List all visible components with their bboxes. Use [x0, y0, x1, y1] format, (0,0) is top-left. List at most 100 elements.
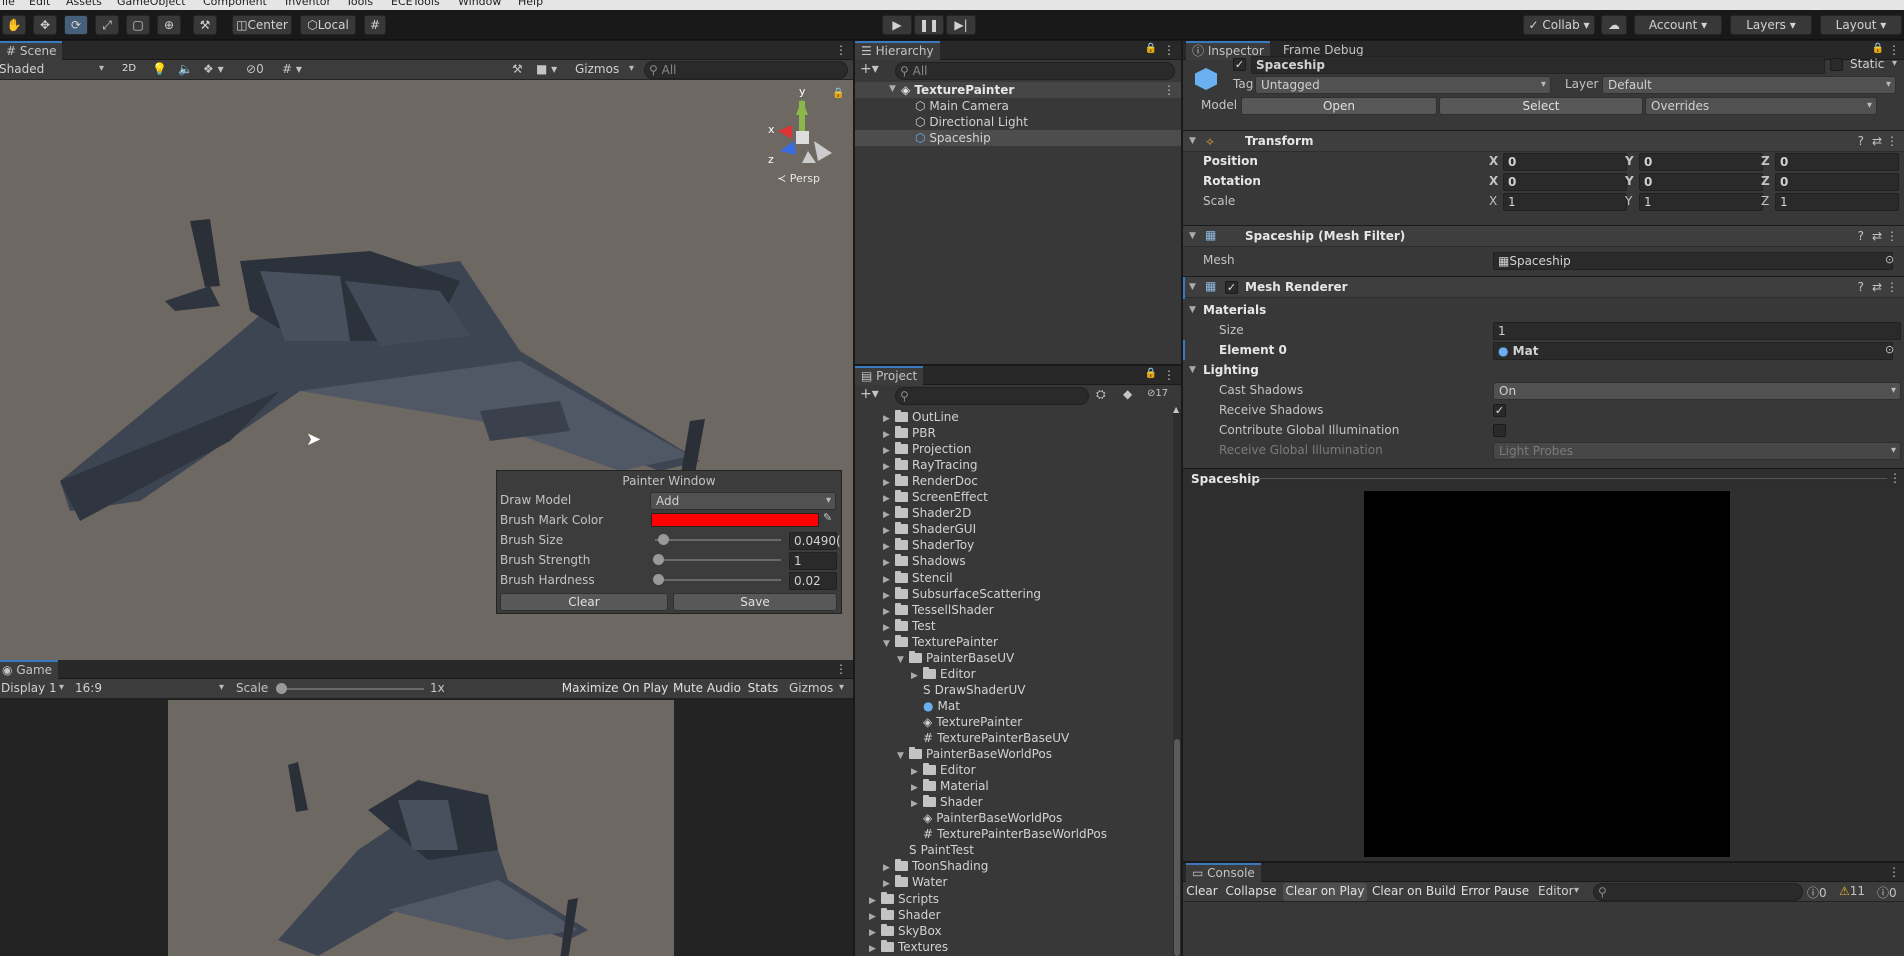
- project-item[interactable]: ▶ Editor: [855, 762, 1173, 778]
- collab-button[interactable]: ✓ Collab ▾: [1523, 15, 1595, 35]
- help-icon[interactable]: ?: [1858, 280, 1864, 294]
- brush-strength-slider-knob[interactable]: [653, 554, 664, 565]
- project-item[interactable]: ▶ Shadows: [855, 553, 1173, 569]
- scale-tool-button[interactable]: ⤢: [95, 15, 119, 35]
- menu-window[interactable]: Window: [458, 0, 501, 8]
- rotation-x-axis-label[interactable]: X: [1489, 174, 1498, 188]
- play-button[interactable]: ▶: [882, 15, 912, 35]
- help-icon[interactable]: ?: [1858, 229, 1864, 243]
- materials-foldout[interactable]: Materials: [1203, 303, 1266, 317]
- error-pause-toggle[interactable]: Error Pause: [1460, 883, 1530, 901]
- brush-size-field[interactable]: 0.0490(: [789, 532, 841, 550]
- scale-slider-knob[interactable]: [276, 683, 287, 694]
- contribute-gi-checkbox[interactable]: [1493, 424, 1506, 437]
- audio-icon[interactable]: 🔈: [178, 62, 193, 76]
- project-item[interactable]: ● Mat: [855, 698, 1173, 714]
- kebab-menu-icon[interactable]: ⋮: [1886, 229, 1898, 243]
- menu-assets[interactable]: Assets: [66, 0, 102, 8]
- maximize-on-play-toggle[interactable]: Maximize On Play: [561, 680, 669, 698]
- scale-z-axis-label[interactable]: Z: [1761, 194, 1769, 208]
- project-item[interactable]: ▶ Shader: [855, 907, 1173, 923]
- grid-snap-button[interactable]: #: [364, 15, 386, 35]
- search-by-label-icon[interactable]: ◆: [1123, 387, 1132, 401]
- draw-model-dropdown[interactable]: Add: [650, 492, 836, 510]
- materials-size-field[interactable]: 1: [1493, 322, 1901, 340]
- kebab-menu-icon[interactable]: ⋮: [1163, 368, 1175, 382]
- warning-count-toggle[interactable]: ⚠11: [1839, 884, 1865, 898]
- receive-shadows-checkbox[interactable]: ✓: [1493, 404, 1506, 417]
- stats-toggle[interactable]: Stats: [745, 680, 781, 698]
- project-item[interactable]: ▶ Editor: [855, 666, 1173, 682]
- menu-ecetools[interactable]: ECETools: [391, 0, 440, 8]
- console-clear-button[interactable]: Clear: [1185, 883, 1219, 901]
- scene-root-row[interactable]: ▼ ◈ TexturePainter ⋮: [855, 82, 1181, 98]
- project-item[interactable]: ▼ PainterBaseWorldPos: [855, 746, 1173, 762]
- brush-strength-field[interactable]: 1: [789, 552, 837, 570]
- hierarchy-item-main-camera[interactable]: ⬡ Main Camera: [915, 98, 1009, 114]
- project-item[interactable]: ▼ TexturePainter: [855, 634, 1173, 650]
- game-gizmos-dropdown[interactable]: Gizmos: [784, 680, 848, 698]
- rotation-z-field[interactable]: 0: [1775, 173, 1899, 191]
- project-scrollbar-thumb[interactable]: [1174, 739, 1180, 956]
- menu-tools[interactable]: Tools: [346, 0, 373, 8]
- project-item[interactable]: ▶ SubsurfaceScattering: [855, 586, 1173, 602]
- effects-icon[interactable]: ❖ ▾: [203, 62, 224, 76]
- rotation-y-axis-label[interactable]: Y: [1625, 174, 1634, 188]
- kebab-menu-icon[interactable]: ⋮: [1886, 134, 1898, 148]
- shading-mode-dropdown[interactable]: Shaded: [0, 61, 108, 79]
- aspect-dropdown[interactable]: 16:9: [70, 680, 228, 698]
- grid-icon[interactable]: # ▾: [282, 62, 302, 76]
- tools-icon[interactable]: ⚒: [512, 62, 523, 76]
- brush-strength-slider[interactable]: [653, 554, 781, 565]
- clear-on-play-toggle[interactable]: Clear on Play: [1283, 883, 1367, 901]
- editor-target-dropdown[interactable]: Editor: [1533, 883, 1583, 901]
- rotation-z-axis-label[interactable]: Z: [1761, 174, 1770, 188]
- step-button[interactable]: ▶|: [946, 15, 976, 35]
- clear-on-build-toggle[interactable]: Clear on Build: [1371, 883, 1457, 901]
- menu-gameobject[interactable]: GameObject: [117, 0, 186, 8]
- transform-tool-button[interactable]: ⊕: [157, 15, 181, 35]
- hierarchy-item-directional-light[interactable]: ⬡ Directional Light: [915, 114, 1028, 130]
- camera-icon[interactable]: ■ ▾: [536, 62, 557, 76]
- static-checkbox[interactable]: [1830, 58, 1843, 71]
- project-item[interactable]: ▶ Shader: [855, 794, 1173, 810]
- kebab-menu-icon[interactable]: ⋮: [1888, 43, 1900, 57]
- layers-dropdown[interactable]: Layers ▾: [1730, 15, 1812, 35]
- project-item[interactable]: ▶ OutLine: [855, 409, 1173, 425]
- position-y-axis-label[interactable]: Y: [1625, 154, 1634, 168]
- project-item[interactable]: ◈ PainterBaseWorldPos: [855, 810, 1173, 826]
- tab-scene[interactable]: # Scene: [0, 41, 63, 60]
- project-item[interactable]: ▶ ShaderToy: [855, 537, 1173, 553]
- cloud-button[interactable]: ☁: [1601, 15, 1627, 35]
- hierarchy-search-input[interactable]: ⚲ All: [895, 62, 1175, 80]
- project-item[interactable]: ▶ Shader2D: [855, 505, 1173, 521]
- clear-button[interactable]: Clear: [500, 593, 668, 611]
- menu-edit[interactable]: Edit: [29, 0, 50, 8]
- add-icon[interactable]: +▾: [860, 61, 879, 77]
- texture-preview[interactable]: [1364, 491, 1730, 857]
- pivot-local-button[interactable]: ⬡Local: [300, 15, 356, 35]
- scene-search-input[interactable]: ⚲ All: [644, 61, 848, 79]
- eyedropper-icon[interactable]: ✎: [823, 511, 832, 524]
- static-dropdown[interactable]: Static: [1845, 56, 1901, 74]
- brush-hardness-field[interactable]: 0.02: [789, 572, 837, 590]
- preview-drag-handle[interactable]: [1257, 478, 1887, 479]
- overrides-dropdown[interactable]: Overrides: [1645, 97, 1877, 115]
- position-y-field[interactable]: 0: [1639, 153, 1763, 171]
- move-tool-button[interactable]: ✥: [33, 15, 57, 35]
- tab-hierarchy[interactable]: ☰ Hierarchy: [855, 41, 940, 60]
- scale-y-field[interactable]: 1: [1639, 193, 1763, 211]
- expand-arrow-icon[interactable]: ▶: [869, 941, 876, 956]
- scale-z-field[interactable]: 1: [1775, 193, 1899, 211]
- layout-dropdown[interactable]: Layout ▾: [1820, 15, 1902, 35]
- tag-dropdown[interactable]: Untagged: [1255, 76, 1551, 94]
- object-picker-icon[interactable]: ⊙: [1885, 253, 1894, 266]
- open-model-button[interactable]: Open: [1241, 97, 1437, 115]
- hidden-packages-toggle[interactable]: ⊘17: [1147, 388, 1168, 399]
- game-viewport[interactable]: [168, 700, 674, 956]
- rotate-tool-button[interactable]: ⟳: [64, 15, 88, 35]
- project-item[interactable]: ▶ Water: [855, 874, 1173, 890]
- save-button[interactable]: Save: [673, 593, 837, 611]
- rect-tool-button[interactable]: ▢: [126, 15, 150, 35]
- lock-icon[interactable]: 🔒: [1145, 368, 1157, 379]
